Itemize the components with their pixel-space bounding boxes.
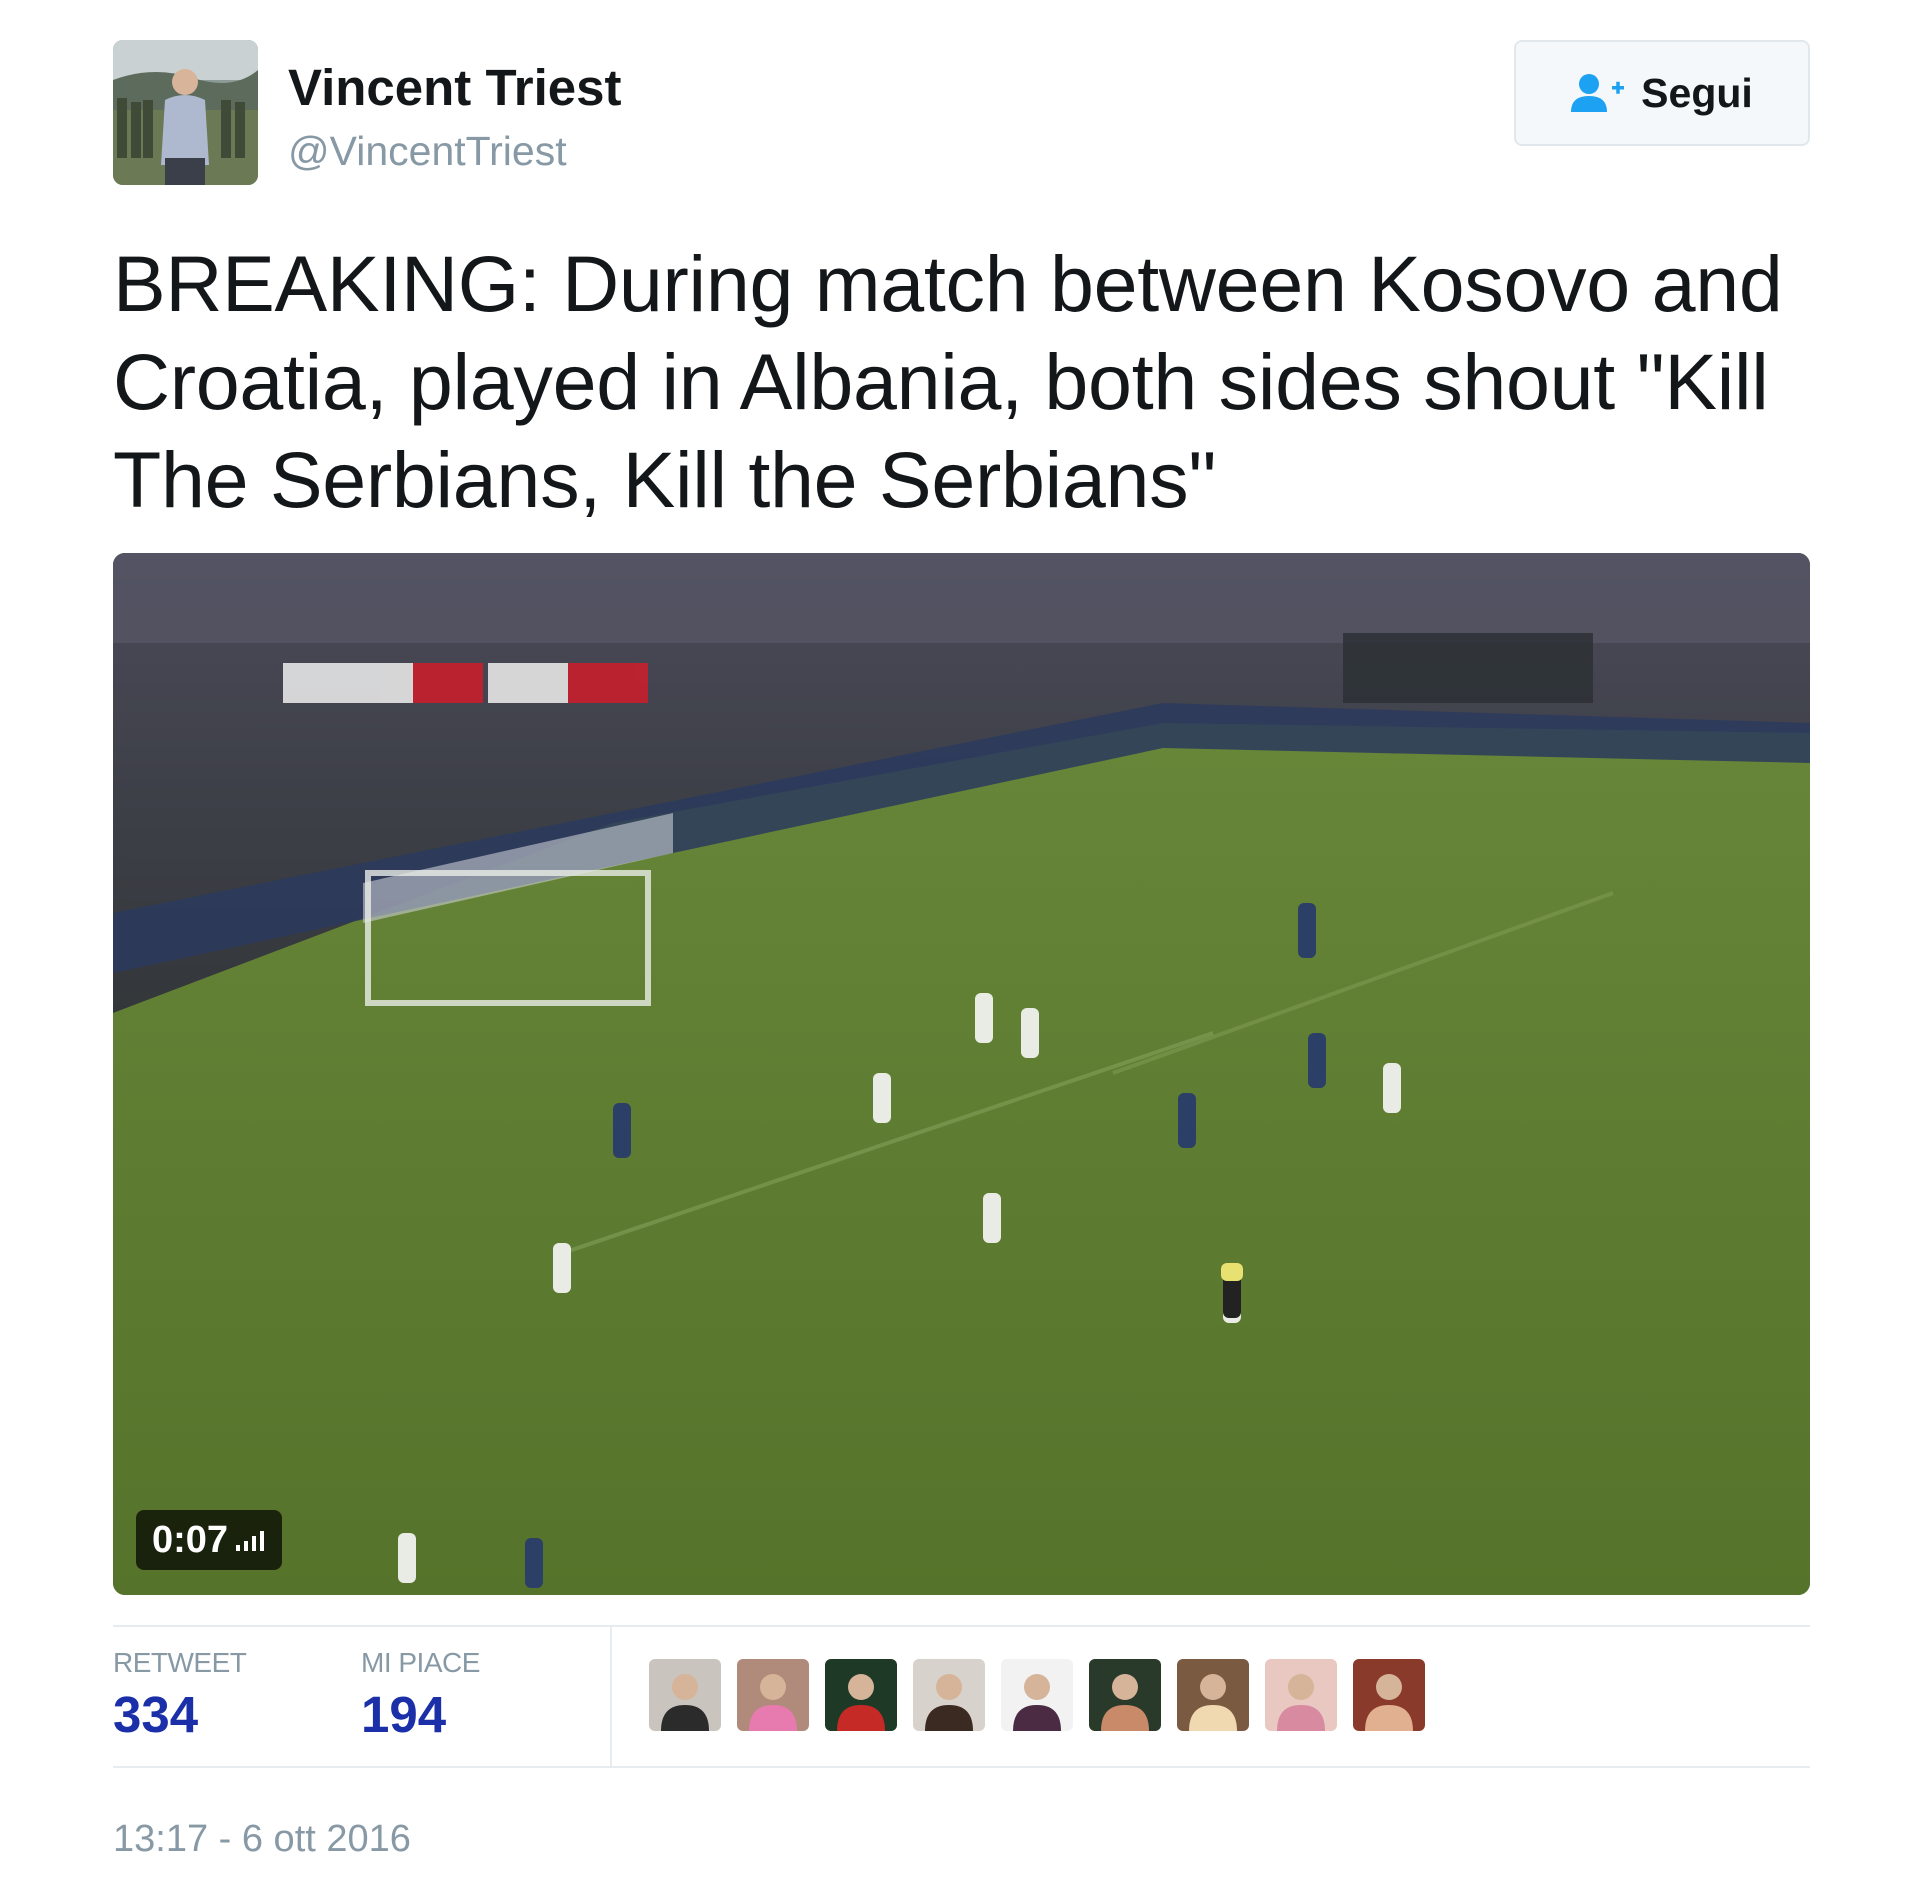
likes-stat[interactable]: MI PIACE 194: [361, 1647, 480, 1744]
liker-avatar-7-icon: [1177, 1659, 1249, 1731]
liker-avatar-1-icon: [649, 1659, 721, 1731]
tweet-timestamp[interactable]: 13:17 - 6 ott 2016: [113, 1818, 411, 1861]
video-player[interactable]: 0:07: [113, 553, 1810, 1595]
likes-label: MI PIACE: [361, 1647, 480, 1678]
liker-avatar[interactable]: [737, 1659, 809, 1731]
video-duration: 0:07: [152, 1518, 229, 1561]
tweet-stats: RETWEET 334 MI PIACE 194: [113, 1625, 1810, 1768]
follow-button[interactable]: Segui: [1514, 40, 1810, 146]
liker-avatar-4-icon: [913, 1659, 985, 1731]
user-avatar[interactable]: [113, 40, 258, 185]
liker-avatar-6-icon: [1089, 1659, 1161, 1731]
liker-avatar-5-icon: [1001, 1659, 1073, 1731]
liker-avatar[interactable]: [1353, 1659, 1425, 1731]
liker-avatar[interactable]: [825, 1659, 897, 1731]
tweet-text: BREAKING: During match between Kosovo an…: [113, 239, 1783, 524]
likes-count: 194: [361, 1686, 447, 1743]
retweet-stat[interactable]: RETWEET 334: [113, 1647, 247, 1744]
liker-avatar-8-icon: [1265, 1659, 1337, 1731]
video-thumbnail: [113, 553, 1810, 1595]
retweet-count: 334: [113, 1686, 199, 1743]
liker-avatar[interactable]: [649, 1659, 721, 1731]
follow-button-label: Segui: [1641, 69, 1753, 116]
liker-avatar[interactable]: [1265, 1659, 1337, 1731]
video-duration-badge: 0:07: [136, 1510, 283, 1570]
liker-avatar-2-icon: [737, 1659, 809, 1731]
liker-avatars: [649, 1659, 1425, 1731]
user-display-name[interactable]: Vincent Triest: [288, 58, 622, 117]
liker-avatar-9-icon: [1353, 1659, 1425, 1731]
liker-avatar[interactable]: [1177, 1659, 1249, 1731]
add-user-icon: [1571, 74, 1625, 112]
stats-divider: [610, 1627, 612, 1766]
volume-bars-icon: [236, 1531, 265, 1551]
retweet-label: RETWEET: [113, 1647, 247, 1678]
liker-avatar[interactable]: [1001, 1659, 1073, 1731]
user-handle[interactable]: @VincentTriest: [288, 128, 567, 175]
liker-avatar[interactable]: [913, 1659, 985, 1731]
liker-avatar[interactable]: [1089, 1659, 1161, 1731]
liker-avatar-3-icon: [825, 1659, 897, 1731]
user-avatar-photo-icon: [113, 40, 258, 185]
